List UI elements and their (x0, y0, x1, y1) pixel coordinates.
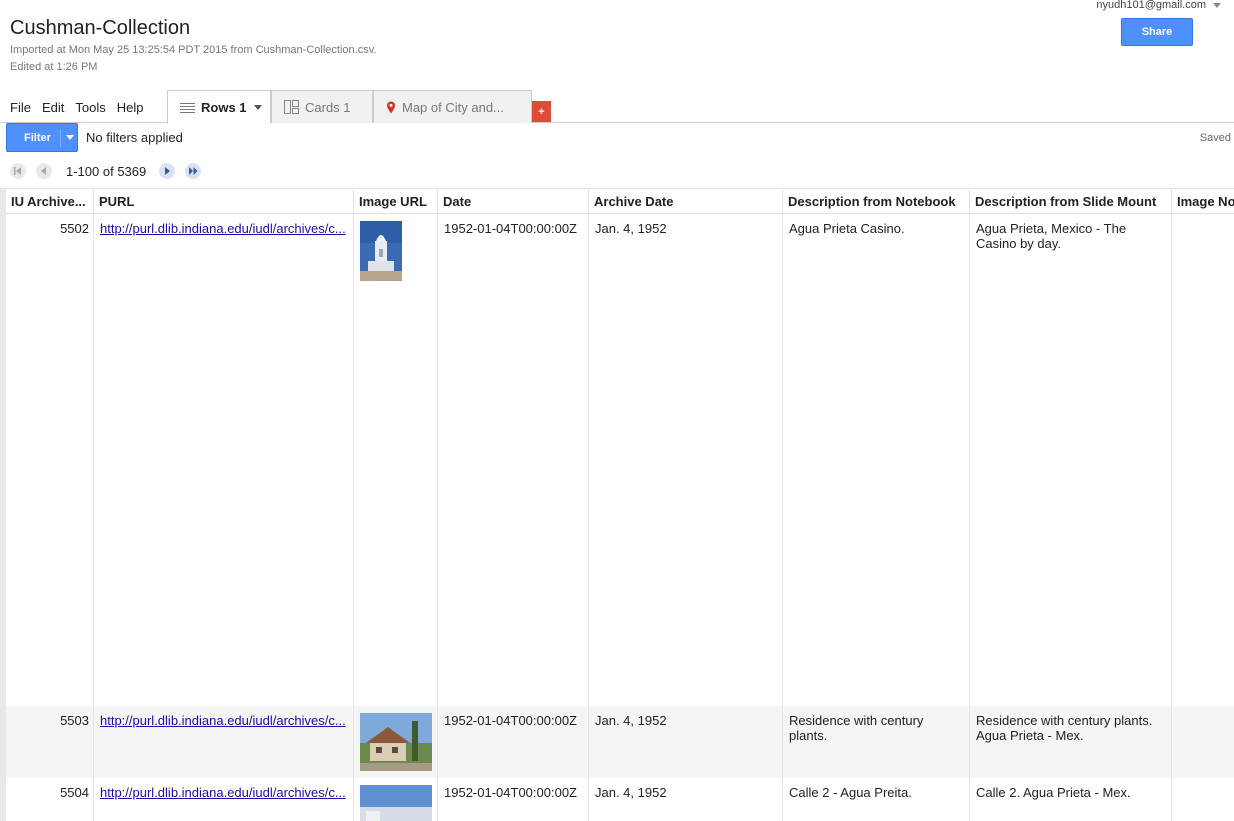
edited-info: Edited at 1:26 PM (10, 61, 98, 73)
tab-rows[interactable]: Rows 1 (167, 90, 271, 124)
import-info: Imported at Mon May 25 13:25:54 PDT 2015… (10, 44, 377, 56)
cell-date: 1952-01-04T00:00:00Z (438, 706, 589, 778)
purl-link[interactable]: http://purl.dlib.indiana.edu/iudl/archiv… (100, 221, 346, 236)
cell-date: 1952-01-04T00:00:00Z (438, 214, 589, 706)
cell-image (354, 706, 438, 778)
first-page-icon[interactable] (10, 163, 26, 179)
column-header-archive-date[interactable]: Archive Date (589, 188, 783, 214)
last-page-icon[interactable] (185, 163, 202, 179)
filter-button[interactable]: Filter (6, 123, 78, 152)
purl-link[interactable]: http://purl.dlib.indiana.edu/iudl/archiv… (100, 785, 346, 800)
cards-icon (284, 100, 299, 114)
cell-id: 5503 (6, 706, 94, 778)
purl-link[interactable]: http://purl.dlib.indiana.edu/iudl/archiv… (100, 713, 346, 728)
account-menu-caret-icon[interactable] (1213, 3, 1221, 8)
menu-help[interactable]: Help (117, 100, 144, 115)
cell-date: 1952-01-04T00:00:00Z (438, 778, 589, 821)
filter-status: No filters applied (86, 130, 183, 145)
cell-description-notebook: Residence with century plants. (783, 706, 970, 778)
tab-cards-label: Cards 1 (305, 99, 351, 115)
page-range: 1-100 of 5369 (66, 163, 147, 179)
chevron-down-icon[interactable] (253, 105, 262, 110)
filter-button-label: Filter (24, 131, 51, 144)
cell-id: 5502 (6, 214, 94, 706)
next-page-icon[interactable] (159, 163, 176, 179)
thumbnail-image[interactable] (360, 713, 432, 771)
document-title: Cushman-Collection (10, 17, 191, 39)
share-button[interactable]: Share (1121, 18, 1193, 46)
cell-image (354, 778, 438, 821)
column-header-date[interactable]: Date (438, 188, 589, 214)
menu-edit[interactable]: Edit (42, 100, 64, 115)
column-header-image-url[interactable]: Image URL (354, 188, 438, 214)
cell-archive-date: Jan. 4, 1952 (589, 706, 783, 778)
filter-divider (60, 128, 61, 147)
column-header-description-slide[interactable]: Description from Slide Mount (970, 188, 1172, 214)
menu-file[interactable]: File (10, 100, 31, 115)
cell-description-slide: Calle 2. Agua Prieta - Mex. (970, 778, 1172, 821)
prev-page-icon[interactable] (36, 163, 52, 179)
save-status: Saved (1199, 132, 1231, 144)
cell-description-slide: Residence with century plants. Agua Prie… (970, 706, 1172, 778)
cell-description-slide: Agua Prieta, Mexico - The Casino by day. (970, 214, 1172, 706)
thumbnail-image[interactable] (360, 221, 402, 281)
cell-image (354, 214, 438, 706)
column-header-purl[interactable]: PURL (94, 188, 354, 214)
cell-purl: http://purl.dlib.indiana.edu/iudl/archiv… (94, 214, 354, 706)
table-row[interactable]: 5502 http://purl.dlib.indiana.edu/iudl/a… (6, 214, 1234, 706)
add-tab-button[interactable]: + (532, 101, 551, 122)
cell-image-no (1172, 214, 1234, 706)
pager: 1-100 of 5369 (10, 163, 211, 179)
table-row[interactable]: 5504 http://purl.dlib.indiana.edu/iudl/a… (6, 778, 1234, 821)
column-header-iu-archive[interactable]: IU Archive... (6, 188, 94, 214)
rows-icon (180, 102, 195, 114)
tab-cards[interactable]: Cards 1 (271, 90, 373, 123)
cell-image-no (1172, 778, 1234, 821)
map-pin-icon (386, 101, 396, 114)
cell-archive-date: Jan. 4, 1952 (589, 214, 783, 706)
cell-id: 5504 (6, 778, 94, 821)
cell-image-no (1172, 706, 1234, 778)
thumbnail-image[interactable] (360, 785, 432, 821)
tab-map[interactable]: Map of City and... (373, 90, 532, 123)
tab-map-label: Map of City and... (402, 99, 504, 115)
cell-purl: http://purl.dlib.indiana.edu/iudl/archiv… (94, 778, 354, 821)
cell-description-notebook: Agua Prieta Casino. (783, 214, 970, 706)
table-row[interactable]: 5503 http://purl.dlib.indiana.edu/iudl/a… (6, 706, 1234, 778)
column-header-image-no[interactable]: Image No (1172, 188, 1234, 214)
cell-description-notebook: Calle 2 - Agua Preita. (783, 778, 970, 821)
menu-bar: File Edit Tools Help (10, 100, 154, 115)
cell-purl: http://purl.dlib.indiana.edu/iudl/archiv… (94, 706, 354, 778)
chevron-down-icon[interactable] (66, 135, 74, 140)
menu-tools[interactable]: Tools (75, 100, 105, 115)
tab-rows-label: Rows 1 (201, 100, 247, 115)
account-email[interactable]: nyudh101@gmail.com (1096, 0, 1206, 11)
column-header-description-notebook[interactable]: Description from Notebook (783, 188, 970, 214)
cell-archive-date: Jan. 4, 1952 (589, 778, 783, 821)
